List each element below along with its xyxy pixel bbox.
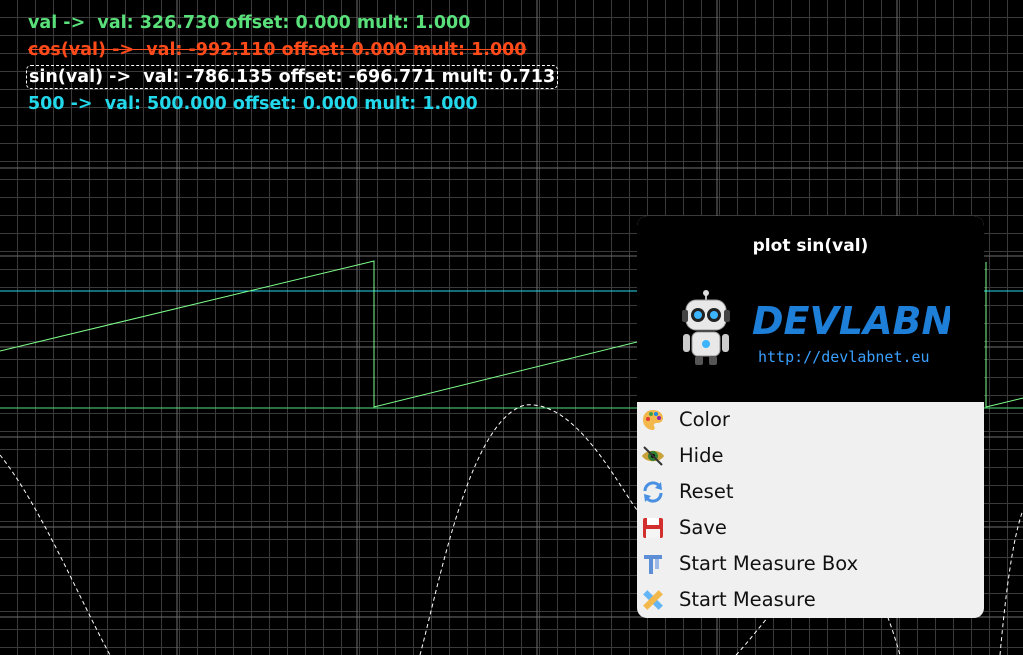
robot-mascot-icon bbox=[682, 290, 730, 365]
menu-item-start-measure[interactable]: Start Measure bbox=[637, 582, 984, 618]
eye-hidden-icon bbox=[642, 446, 664, 466]
menu-item-save[interactable]: Save bbox=[637, 510, 984, 546]
menu-item-label: Save bbox=[679, 516, 727, 539]
series-val-line[interactable] bbox=[0, 260, 638, 408]
legend-cos[interactable]: cos(val) -> val: -992.110 offset: 0.000 … bbox=[28, 39, 527, 61]
menu-item-label: Hide bbox=[679, 444, 724, 467]
ruler-icon bbox=[643, 590, 663, 610]
refresh-icon bbox=[643, 481, 663, 503]
menu-items: Color Hide Reset Save Start Measure Box … bbox=[637, 402, 984, 618]
series-val-line-right[interactable] bbox=[985, 262, 1023, 408]
devlabnet-logo: DEVLABNET http://devlabnet.eu bbox=[752, 299, 950, 366]
floppy-disk-icon bbox=[643, 518, 663, 538]
brand-url: http://devlabnet.eu bbox=[758, 348, 930, 366]
menu-item-label: Start Measure bbox=[679, 588, 816, 611]
palette-icon bbox=[643, 410, 663, 430]
menu-item-label: Reset bbox=[679, 480, 734, 503]
menu-item-start-measure-box[interactable]: Start Measure Box bbox=[637, 546, 984, 582]
menu-item-label: Start Measure Box bbox=[679, 552, 859, 575]
menu-item-color[interactable]: Color bbox=[637, 402, 984, 438]
menu-banner: plot sin(val) DEVLABNET http://devlabnet… bbox=[637, 216, 984, 402]
legend-500[interactable]: 500 -> val: 500.000 offset: 0.000 mult: … bbox=[28, 93, 478, 115]
menu-item-hide[interactable]: Hide bbox=[637, 438, 984, 474]
context-menu: plot sin(val) DEVLABNET http://devlabnet… bbox=[637, 216, 984, 618]
menu-item-label: Color bbox=[679, 408, 730, 431]
legend-sin-selected[interactable]: sin(val) -> val: -786.135 offset: -696.7… bbox=[26, 65, 559, 89]
menu-item-reset[interactable]: Reset bbox=[637, 474, 984, 510]
measure-box-icon bbox=[644, 555, 662, 574]
menu-title: plot sin(val) bbox=[752, 236, 869, 256]
brand-name: DEVLABNET bbox=[752, 299, 950, 343]
legend-val[interactable]: val -> val: 326.730 offset: 0.000 mult: … bbox=[28, 12, 470, 34]
